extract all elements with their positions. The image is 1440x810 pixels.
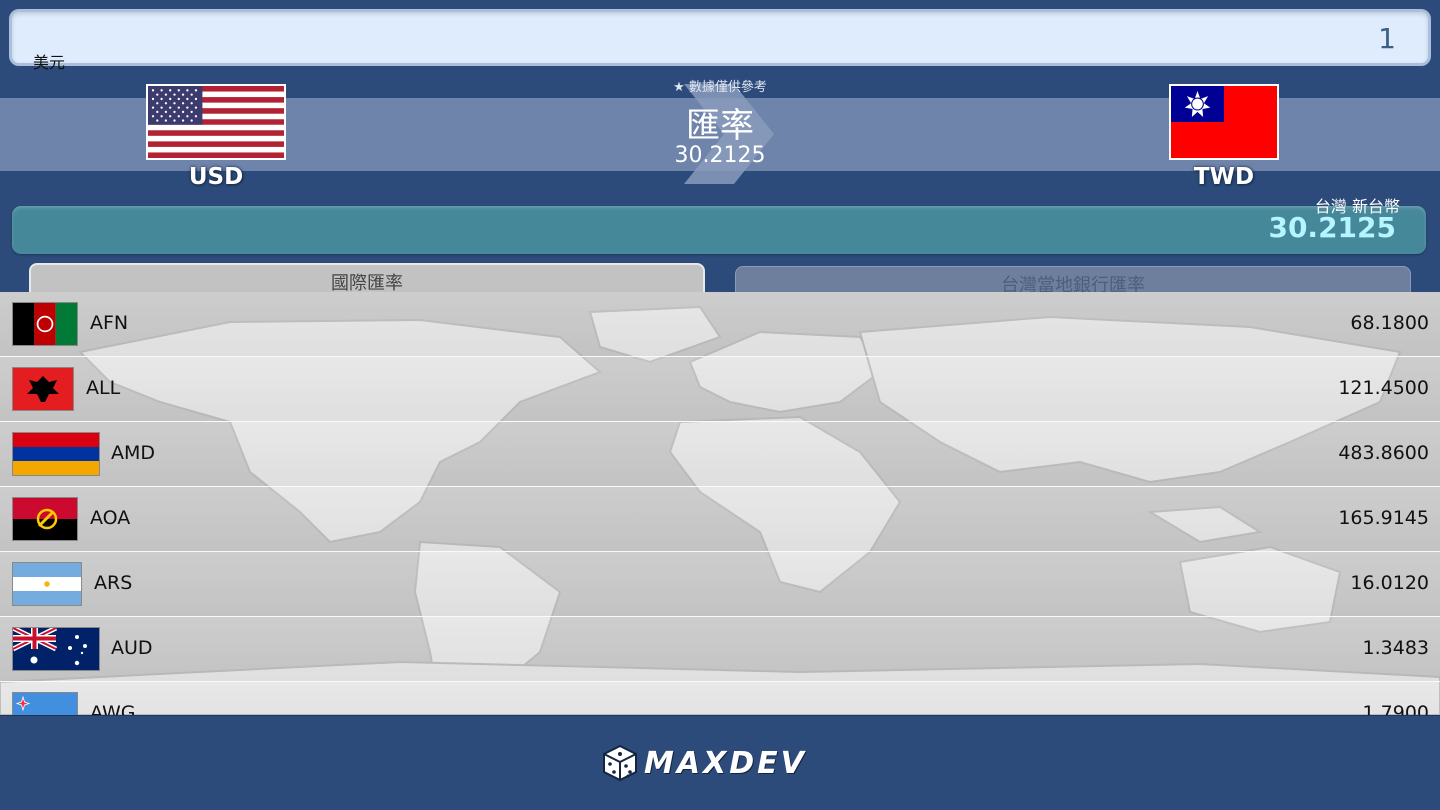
currency-rate: 1.7900: [1362, 702, 1429, 715]
from-currency-code: USD: [188, 164, 244, 190]
afghanistan-flag-icon: [12, 302, 78, 346]
albania-flag-icon: [12, 367, 74, 411]
currency-rate: 1.3483: [1362, 637, 1429, 659]
angola-flag-icon: [12, 497, 78, 541]
list-item[interactable]: AFN 68.1800: [0, 292, 1440, 357]
amount-currency-label: 美元: [33, 53, 66, 72]
rate-value: 30.2125: [674, 143, 766, 168]
currency-rate: 16.0120: [1350, 572, 1429, 594]
list-item[interactable]: AWG 1.7900: [0, 682, 1440, 715]
rates-list[interactable]: AFN 68.1800 ALL 121.4500 AMD 483.8600 AO…: [0, 292, 1440, 715]
result-value: 30.2125: [1268, 211, 1396, 244]
australia-flag-icon: [12, 627, 100, 671]
currency-code: ALL: [86, 377, 121, 399]
argentina-flag-icon: [12, 562, 82, 606]
usa-flag-icon: [148, 86, 284, 158]
tab-international-rates[interactable]: 國際匯率: [29, 263, 705, 295]
amount-input[interactable]: 1: [9, 9, 1431, 66]
amount-value: 1: [1378, 22, 1396, 55]
tab-taiwan-bank-rates[interactable]: 台灣當地銀行匯率: [735, 266, 1411, 296]
currency-code: AWG: [90, 702, 136, 715]
currency-code: ARS: [94, 572, 133, 594]
footer: MAXDEV: [0, 715, 1440, 810]
result-bar: [12, 206, 1426, 254]
list-item[interactable]: AMD 483.8600: [0, 422, 1440, 487]
currency-rate: 165.9145: [1338, 507, 1429, 529]
currency-code: AMD: [111, 442, 156, 464]
currency-code: AOA: [90, 507, 131, 529]
taiwan-flag-icon: [1171, 86, 1277, 158]
list-item[interactable]: AOA 165.9145: [0, 487, 1440, 552]
currency-rate: 121.4500: [1338, 377, 1429, 399]
currency-code: AUD: [111, 637, 153, 659]
currency-rate: 483.8600: [1338, 442, 1429, 464]
disclaimer-text: ★ 數據僅供參考: [673, 80, 767, 95]
list-item[interactable]: AUD 1.3483: [0, 617, 1440, 682]
twd-flag-button[interactable]: [1169, 84, 1279, 160]
usd-flag-button[interactable]: [146, 84, 286, 160]
list-item[interactable]: ALL 121.4500: [0, 357, 1440, 422]
logo-text: MAXDEV: [644, 746, 807, 781]
currency-rate: 68.1800: [1350, 312, 1429, 334]
armenia-flag-icon: [12, 432, 100, 476]
dice-icon: [603, 744, 637, 782]
list-item[interactable]: ARS 16.0120: [0, 552, 1440, 617]
maxdev-logo: MAXDEV: [602, 744, 838, 784]
aruba-flag-icon: [12, 692, 78, 715]
rate-title: 匯率: [686, 106, 754, 146]
currency-code: AFN: [90, 312, 129, 334]
to-currency-code: TWD: [1193, 164, 1255, 190]
